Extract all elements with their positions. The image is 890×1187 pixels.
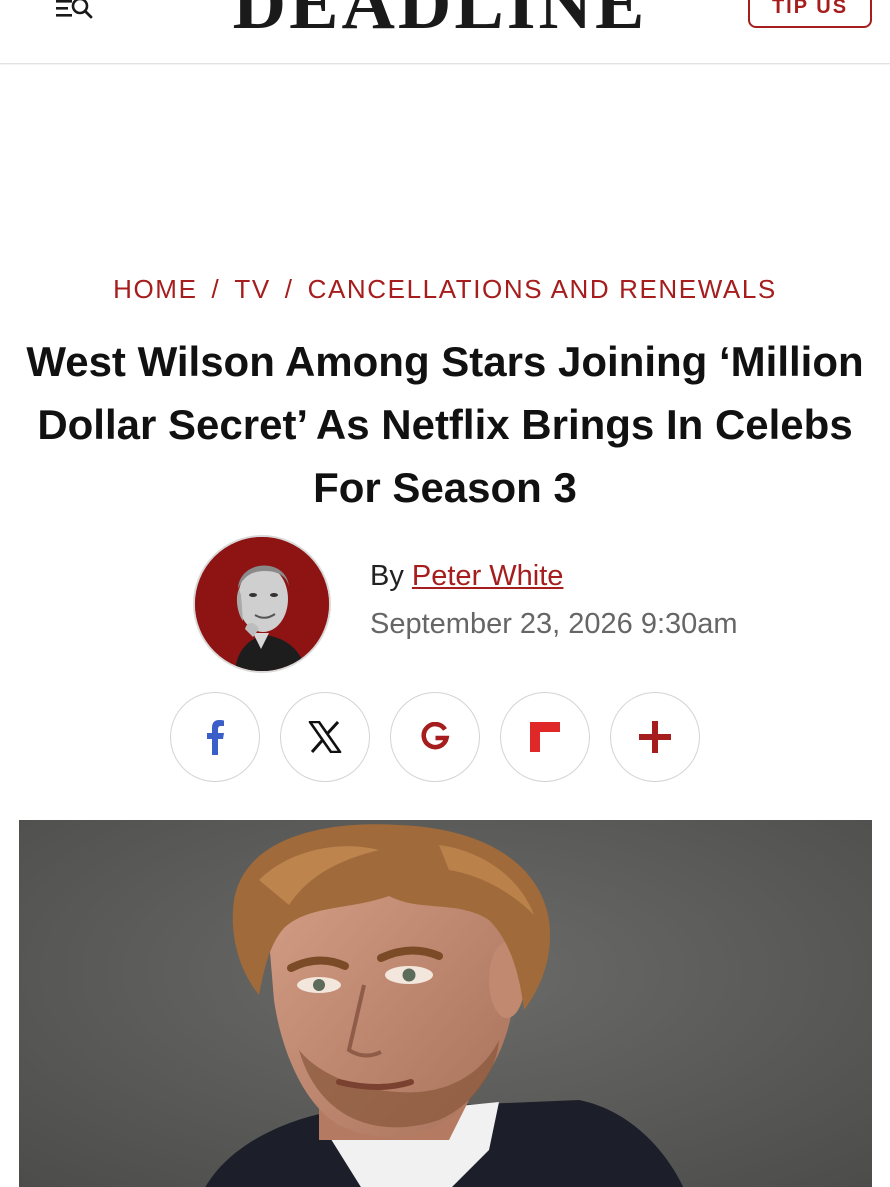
breadcrumb-tv[interactable]: TV [234,274,270,304]
flipboard-icon [530,722,560,752]
menu-search-button[interactable] [54,0,96,24]
author-avatar[interactable] [193,535,331,673]
share-more-button[interactable] [610,692,700,782]
tip-us-button[interactable]: TIP US [748,0,872,28]
breadcrumb-separator: / [284,274,294,304]
menu-search-icon [56,0,93,19]
breadcrumb-separator: / [211,274,221,304]
site-logo[interactable]: DEADLINE [205,0,675,41]
page: DEADLINE TIP US HOME / TV / CANCELLATIONS AN… [0,0,890,1187]
share-x-button[interactable] [280,692,370,782]
google-icon [421,722,450,750]
facebook-icon [207,720,224,755]
byline-prefix: By [370,560,404,592]
ad-space [0,65,890,260]
site-header: DEADLINE TIP US [0,0,890,64]
article-title: West Wilson Among Stars Joining ‘Million… [26,338,864,511]
x-icon [308,721,342,753]
breadcrumb: HOME / TV / CANCELLATIONS AND RENEWALS [0,274,890,305]
publish-date: September 23, 2026 9:30am [370,608,738,640]
share-google-button[interactable] [390,692,480,782]
breadcrumb-home[interactable]: HOME [113,274,197,304]
share-flipboard-button[interactable] [500,692,590,782]
breadcrumb-cancellations-renewals[interactable]: CANCELLATIONS AND RENEWALS [308,274,777,304]
share-facebook-button[interactable] [170,692,260,782]
hero-image [19,820,872,1187]
byline: By Peter White [370,560,563,593]
author-link[interactable]: Peter White [412,560,564,592]
plus-icon [639,721,671,753]
